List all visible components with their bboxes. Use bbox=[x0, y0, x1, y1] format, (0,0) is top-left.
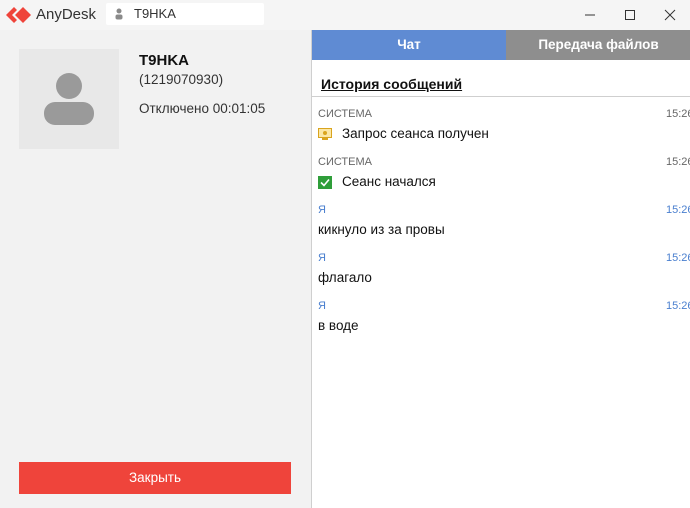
anydesk-logo bbox=[5, 6, 33, 24]
message-text: в воде bbox=[318, 318, 359, 333]
title-bar: AnyDesk T9HKA bbox=[0, 0, 690, 30]
minimize-button[interactable] bbox=[570, 0, 610, 30]
divider bbox=[312, 96, 690, 97]
tab-file-transfer[interactable]: Передача файлов bbox=[506, 30, 690, 60]
message-text: флагало bbox=[318, 270, 372, 285]
maximize-icon bbox=[625, 10, 635, 20]
session-started-icon bbox=[318, 176, 332, 189]
chat-panel: Чат Передача файлов История сообщений СИ… bbox=[311, 30, 690, 508]
app-name: AnyDesk bbox=[36, 6, 97, 23]
message-sender: СИСТЕМА bbox=[318, 156, 372, 168]
list-item: СИСТЕМА 15:26 Запрос сеанса получен bbox=[312, 108, 690, 156]
message-time: 15:26 bbox=[666, 156, 690, 168]
close-button[interactable]: Закрыть bbox=[19, 462, 291, 494]
message-text: Сеанс начался bbox=[342, 174, 436, 189]
close-icon bbox=[664, 9, 676, 21]
message-sender: Я bbox=[318, 204, 326, 216]
list-item: Я 15:26 кикнуло из за провы bbox=[312, 204, 690, 252]
history-title: История сообщений bbox=[321, 76, 463, 92]
minimize-icon bbox=[585, 14, 595, 16]
message-time: 15:26 bbox=[666, 108, 690, 120]
peer-name: T9HKA bbox=[139, 52, 190, 69]
session-status: Отключено 00:01:05 bbox=[139, 101, 266, 116]
peer-id: (1219070930) bbox=[139, 72, 224, 87]
message-sender: Я bbox=[318, 300, 326, 312]
peer-panel: T9HKA (1219070930) Отключено 00:01:05 За… bbox=[0, 30, 311, 508]
message-sender: СИСТЕМА bbox=[318, 108, 372, 120]
user-avatar-icon bbox=[44, 73, 94, 125]
person-icon bbox=[115, 8, 123, 20]
session-request-icon bbox=[318, 128, 332, 141]
address-text: T9HKA bbox=[134, 6, 176, 21]
message-text: Запрос сеанса получен bbox=[342, 126, 489, 141]
message-text: кикнуло из за провы bbox=[318, 222, 445, 237]
message-time: 15:26 bbox=[666, 300, 690, 312]
address-field[interactable]: T9HKA bbox=[106, 3, 264, 25]
tab-chat[interactable]: Чат bbox=[312, 30, 506, 60]
list-item: СИСТЕМА 15:26 Сеанс начался bbox=[312, 156, 690, 204]
avatar bbox=[19, 49, 119, 149]
close-window-button[interactable] bbox=[650, 0, 690, 30]
message-time: 15:26 bbox=[666, 204, 690, 216]
message-sender: Я bbox=[318, 252, 326, 264]
list-item: Я 15:26 флагало bbox=[312, 252, 690, 300]
maximize-button[interactable] bbox=[610, 0, 650, 30]
message-time: 15:26 bbox=[666, 252, 690, 264]
list-item: Я 15:26 в воде bbox=[312, 300, 690, 348]
